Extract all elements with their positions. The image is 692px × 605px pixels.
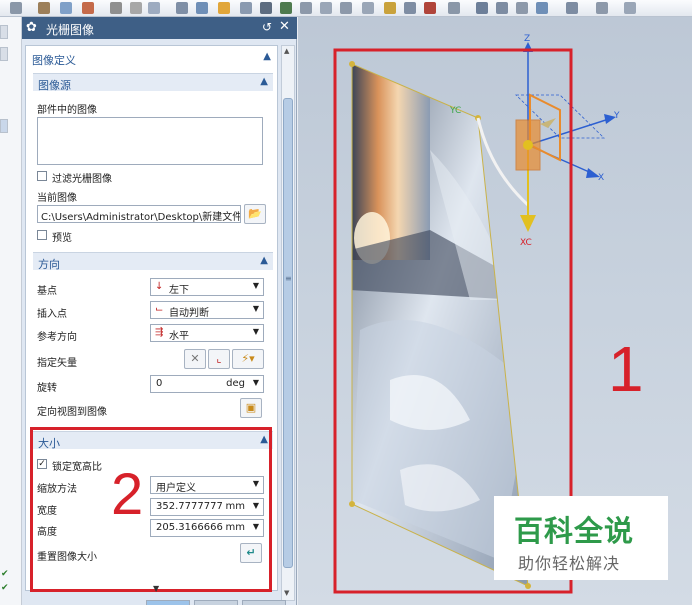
watermark: 百科全说 助你轻松解决 [494, 496, 668, 580]
axis-y-label: Y [614, 111, 620, 121]
yellow-arrow-handle [520, 215, 536, 232]
corner-handle [349, 501, 355, 507]
watermark-subtitle: 助你轻松解决 [518, 554, 621, 573]
handle-yc-label: YC [450, 106, 462, 116]
corner-handle [525, 583, 531, 589]
csys-origin [523, 140, 533, 150]
watermark-title: 百科全说 [514, 514, 635, 548]
annotation-number-1: 1 [608, 333, 644, 405]
corner-handle [349, 61, 355, 67]
axis-z-label: Z [524, 34, 531, 44]
handle-xc-label: XC [520, 238, 532, 248]
axis-x-label: X [598, 173, 605, 183]
tan-arrow-handle [540, 118, 556, 128]
